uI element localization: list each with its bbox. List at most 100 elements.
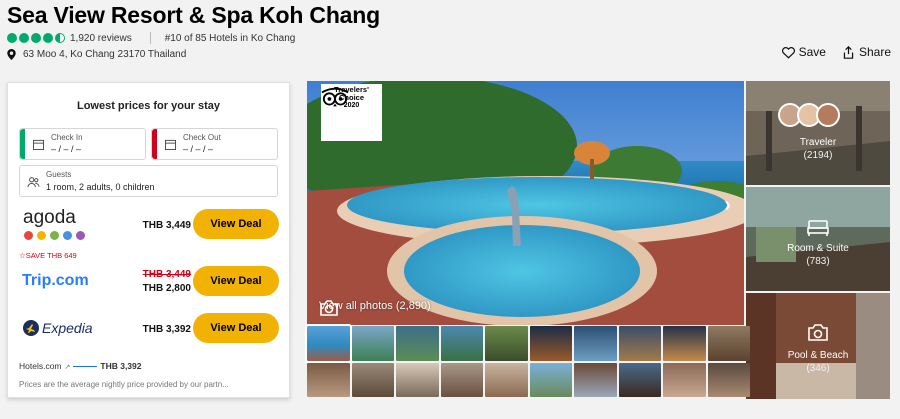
check-in-value: – / – / – — [51, 144, 82, 154]
photo-thumbnail[interactable] — [351, 362, 394, 397]
check-out-field[interactable]: Check Out – / – / – — [151, 128, 278, 160]
view-deal-button-expedia[interactable]: View Deal — [193, 313, 279, 343]
photo-thumbnail-strip — [305, 324, 750, 399]
calendar-icon — [33, 139, 44, 150]
photo-thumbnail[interactable] — [574, 362, 617, 397]
guests-icon — [27, 177, 40, 188]
link-underline — [73, 366, 98, 368]
photo-thumbnail[interactable] — [396, 362, 439, 397]
external-link-icon: ↗ — [64, 364, 71, 371]
travelers-choice-badge: Travelers' Choice 2020 — [321, 84, 382, 141]
room-suite-photos-tile[interactable]: Room & Suite (783) — [746, 187, 890, 291]
room-photo-illustration — [746, 187, 890, 291]
guests-value: 1 room, 2 adults, 0 children — [46, 182, 155, 192]
photo-thumbnail[interactable] — [440, 326, 483, 361]
hotelscom-name: Hotels.com — [19, 361, 62, 371]
rating-bubble-full — [43, 33, 53, 43]
expedia-plane-icon — [23, 320, 39, 336]
agoda-dots — [24, 231, 85, 240]
photo-thumbnail[interactable] — [663, 362, 706, 397]
share-label: Share — [858, 45, 891, 59]
pool-beach-photos-tile[interactable]: Pool & Beach (346) — [746, 293, 890, 399]
rating-bubble-half — [55, 33, 65, 43]
traveler-count: (2194) — [803, 150, 833, 161]
photo-thumbnail[interactable] — [574, 326, 617, 361]
check-out-color-bar — [152, 129, 157, 159]
photo-thumbnail[interactable] — [707, 326, 750, 361]
prices-panel: Lowest prices for your stay Check In – /… — [7, 82, 290, 398]
photo-thumbnail[interactable] — [485, 326, 528, 361]
view-all-photos-button[interactable]: View all photos (2,890) — [319, 300, 431, 316]
hotel-address[interactable]: 63 Moo 4, Ko Chang 23170 Thailand — [23, 49, 186, 60]
hotelscom-row[interactable]: Hotels.com ↗ THB 3,392 — [19, 361, 142, 371]
check-out-value: – / – / – — [183, 144, 214, 154]
photo-thumbnail[interactable] — [707, 362, 750, 397]
traveler-caption: Traveler (2194) — [746, 136, 890, 162]
divider — [149, 32, 151, 44]
photo-thumbnail[interactable] — [307, 362, 350, 397]
location-pin-icon — [7, 48, 16, 60]
photo-thumbnail[interactable] — [529, 362, 572, 397]
save-label: Save — [798, 45, 826, 59]
traveler-photos-tile[interactable]: Traveler (2194) — [746, 81, 890, 185]
view-deal-button-tripcom[interactable]: View Deal — [193, 266, 279, 296]
owl-icon — [321, 87, 349, 107]
tripcom-old-price: THB 3,449 — [142, 269, 191, 280]
view-deal-button-agoda[interactable]: View Deal — [193, 209, 279, 239]
photo-thumbnail[interactable] — [663, 326, 706, 361]
view-all-photos-count: (2,890) — [395, 300, 431, 312]
photo-thumbnail[interactable] — [485, 362, 528, 397]
calendar-icon — [165, 139, 176, 150]
camera-icon — [808, 324, 828, 341]
photo-thumbnail[interactable] — [529, 326, 572, 361]
prices-panel-title: Lowest prices for your stay — [76, 100, 221, 112]
heart-icon — [781, 46, 795, 59]
save-badge: ☆SAVE THB 649 — [19, 251, 77, 260]
tripcom-price: THB 2,800 — [142, 283, 191, 294]
rank-link[interactable]: #10 of 85 Hotels in Ko Chang — [165, 33, 296, 44]
header-actions: Save Share — [781, 45, 891, 59]
photo-thumbnail[interactable] — [396, 326, 439, 361]
guests-field[interactable]: Guests 1 room, 2 adults, 0 children — [19, 165, 278, 197]
traveler-avatars — [778, 103, 840, 127]
hotel-header: Sea View Resort & Spa Koh Chang 1,920 re… — [0, 0, 900, 70]
agoda-logo: agoda — [19, 207, 85, 243]
review-count-link[interactable]: 1,920 reviews — [70, 33, 132, 44]
rating-bubble-full — [31, 33, 41, 43]
expedia-wordmark: Expedia — [42, 320, 93, 336]
save-badge-text: SAVE THB 649 — [25, 251, 77, 260]
save-button[interactable]: Save — [781, 45, 826, 59]
photo-thumbnail[interactable] — [351, 326, 394, 361]
rating-bubbles[interactable] — [7, 33, 65, 43]
rating-row: 1,920 reviews #10 of 85 Hotels in Ko Cha… — [7, 31, 295, 45]
hotelscom-price: THB 3,392 — [100, 361, 142, 371]
room-suite-count: (783) — [806, 256, 830, 267]
rating-bubble-full — [7, 33, 17, 43]
check-in-label: Check In — [51, 133, 83, 142]
pool-beach-caption: Pool & Beach (346) — [746, 349, 890, 375]
main-photo[interactable]: Travelers' Choice 2020 › View all photos… — [307, 81, 744, 325]
deal-row-agoda: agoda THB 3,449 View Deal — [19, 207, 279, 243]
traveler-label: Traveler — [799, 137, 837, 148]
room-suite-caption: Room & Suite (783) — [746, 242, 890, 268]
photo-thumbnail[interactable] — [618, 326, 661, 361]
photo-thumbnail[interactable] — [305, 324, 352, 363]
prices-footnote: Prices are the average nightly price pro… — [19, 380, 229, 389]
address-row: 63 Moo 4, Ko Chang 23170 Thailand — [7, 47, 186, 61]
expedia-logo: Expedia — [23, 319, 93, 337]
bed-icon — [807, 220, 829, 236]
hotel-name: Sea View Resort & Spa Koh Chang — [7, 2, 380, 28]
guests-label: Guests — [46, 170, 72, 179]
check-in-field[interactable]: Check In – / – / – — [19, 128, 146, 160]
next-photo-arrow-icon[interactable]: › — [724, 194, 731, 217]
photo-thumbnail[interactable] — [440, 362, 483, 397]
traveler-photo-illustration — [746, 81, 890, 185]
camera-icon — [320, 300, 338, 316]
photo-thumbnail[interactable] — [618, 362, 661, 397]
check-out-label: Check Out — [183, 133, 221, 142]
share-button[interactable]: Share — [842, 45, 891, 59]
room-suite-label: Room & Suite — [787, 243, 849, 254]
check-in-color-bar — [20, 129, 25, 159]
agoda-wordmark: agoda — [23, 207, 76, 228]
expedia-price: THB 3,392 — [142, 324, 191, 335]
